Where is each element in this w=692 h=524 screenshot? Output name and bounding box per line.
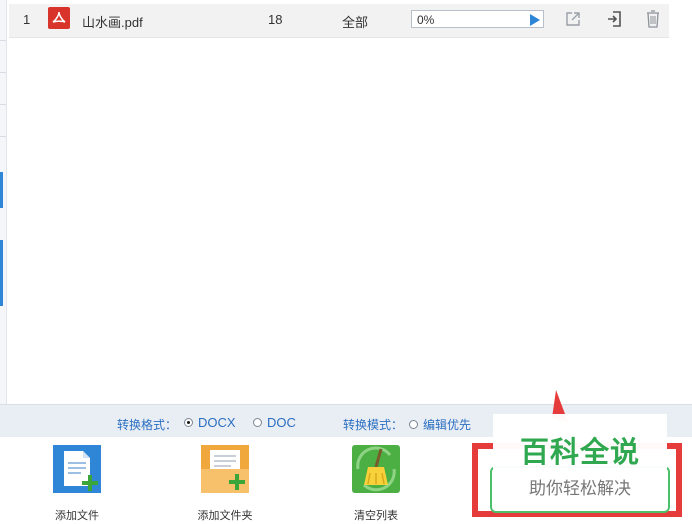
left-strip-divider: [0, 72, 6, 73]
radio-docx[interactable]: [184, 418, 193, 427]
add-folder-label: 添加文件夹: [197, 510, 253, 522]
table-row[interactable]: 1 山水画.pdf 18 全部 0%: [9, 4, 669, 38]
open-external-icon[interactable]: [565, 11, 581, 30]
left-strip-accent: [0, 240, 3, 306]
left-strip-divider: [0, 136, 6, 137]
page-range-select[interactable]: 全部: [342, 12, 368, 31]
watermark-title: 百科全说: [519, 435, 640, 469]
format-label: 转换格式：: [117, 418, 178, 432]
add-folder-icon: [199, 443, 251, 495]
left-strip-accent: [0, 172, 3, 208]
page-count: 18: [268, 12, 283, 27]
left-strip-divider: [0, 40, 6, 41]
add-file-label: 添加文件: [55, 510, 99, 522]
conversion-progress-bar: 0%: [411, 10, 544, 28]
broom-icon: [350, 443, 402, 495]
mode-option-edit-first[interactable]: 编辑优先: [409, 416, 471, 433]
format-option-doc[interactable]: DOC: [253, 415, 296, 430]
format-option-docx-label: DOCX: [198, 415, 236, 430]
export-icon[interactable]: [607, 11, 622, 30]
add-file-button[interactable]: 添加文件: [29, 443, 125, 523]
mode-label: 转换模式：: [343, 418, 404, 432]
file-name: 山水画.pdf: [82, 15, 143, 30]
radio-doc[interactable]: [253, 418, 262, 427]
row-index: 1: [23, 12, 31, 27]
watermark-box: 百科全说 助你轻松解决: [493, 414, 667, 499]
play-icon[interactable]: [529, 14, 540, 29]
clear-list-label: 清空列表: [354, 510, 398, 522]
add-file-icon: [51, 443, 103, 495]
format-option-docx[interactable]: DOCX: [184, 415, 236, 430]
mode-option-label: 编辑优先: [423, 418, 472, 432]
watermark-subtitle: 助你轻松解决: [529, 479, 631, 499]
add-folder-button[interactable]: 添加文件夹: [177, 443, 273, 523]
clear-list-button[interactable]: 清空列表: [328, 443, 424, 523]
trash-icon[interactable]: [646, 10, 660, 31]
format-option-doc-label: DOC: [267, 415, 296, 430]
pdf-file-icon: [48, 7, 70, 29]
left-strip-divider: [0, 104, 6, 105]
radio-edit-first[interactable]: [409, 420, 418, 429]
progress-text: 0%: [417, 13, 435, 27]
left-edge-strip: [0, 0, 7, 404]
